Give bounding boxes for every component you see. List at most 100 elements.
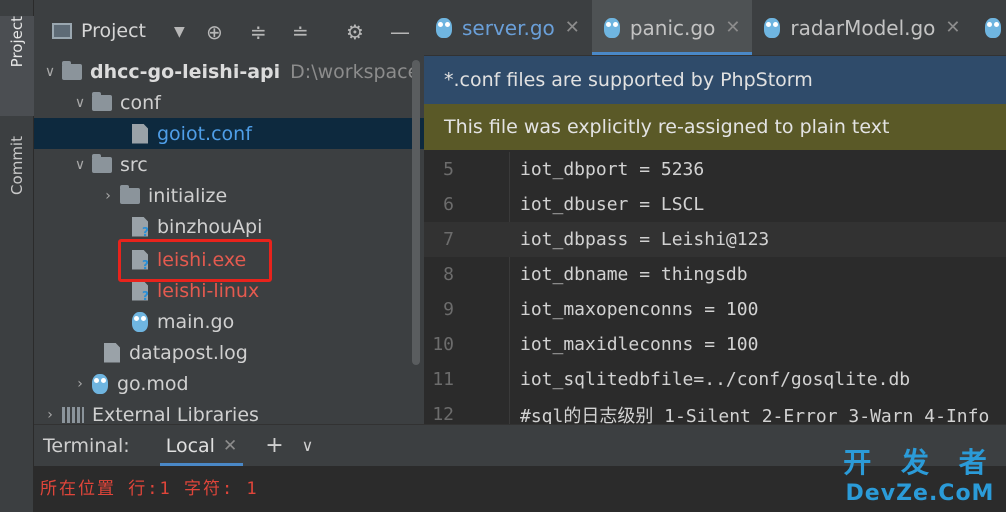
terminal-output: 所在位置 行:1 字符: 1 — [40, 479, 259, 499]
tab-radarmodel-go[interactable]: radarModel.go ✕ — [752, 0, 972, 55]
tree-item-project-root[interactable]: ∨ dhcc-go-leishi-api D:\workspace — [34, 56, 424, 87]
chevron-down-icon[interactable]: ∨ — [68, 157, 92, 173]
tree-item-main-go[interactable]: main.go — [34, 306, 424, 337]
code-text[interactable]: iot_sqlitedbfile=../conf/gosqlite.db — [520, 369, 910, 390]
add-icon[interactable]: + — [265, 433, 283, 458]
close-icon[interactable]: ✕ — [945, 17, 960, 38]
line-number: 7 — [443, 229, 454, 250]
chevron-right-icon[interactable]: › — [68, 376, 92, 392]
folder-icon — [62, 60, 82, 80]
terminal-body[interactable]: 所在位置 行:1 字符: 1 开 发 者 DevZe.CoM — [34, 446, 1006, 512]
code-text[interactable]: #sql的日志级别 1-Silent 2-Error 3-Warn 4-Info — [520, 402, 989, 425]
code-line: 8 iot_dbname = thingsdb — [424, 257, 1006, 292]
crosshair-icon[interactable]: ⊕ — [206, 18, 223, 46]
project-panel: Project ▼ ⊕ ≑ ≐ ⚙ — ∨ dhcc-go-leishi-api… — [34, 0, 424, 424]
chevron-down-icon[interactable]: ∨ — [38, 64, 62, 80]
minimize-icon[interactable]: — — [390, 18, 410, 46]
code-line: 12 #sql的日志级别 1-Silent 2-Error 3-Warn 4-I… — [424, 397, 1006, 424]
go-file-icon — [436, 17, 452, 38]
tree-item-binzhouapi[interactable]: ? binzhouApi — [34, 211, 424, 242]
watermark-logo: 开 发 者 DevZe.CoM — [840, 441, 1000, 506]
tree-item-label: binzhouApi — [157, 215, 263, 238]
tab-panic-go[interactable]: panic.go ✕ — [591, 0, 753, 55]
line-number: 10 — [432, 334, 454, 355]
tool-window-stripe: Project Commit — [0, 0, 34, 512]
project-panel-header: Project ▼ ⊕ ≑ ≐ ⚙ — — [34, 0, 424, 56]
watermark-bottom: DevZe.CoM — [845, 481, 995, 506]
commit-tool-button[interactable]: Commit — [0, 136, 34, 236]
project-root-name: dhcc-go-leishi-api — [90, 60, 281, 83]
terminal-tab-label: Local — [165, 434, 215, 457]
go-file-icon — [764, 17, 781, 38]
folder-icon — [92, 91, 112, 111]
line-number: 12 — [432, 404, 454, 424]
chevron-down-icon[interactable]: ∨ — [302, 436, 314, 455]
annotation-highlight-box — [118, 239, 272, 282]
panel-title: Project — [81, 20, 147, 42]
tree-item-goiot-conf[interactable]: goiot.conf — [34, 118, 424, 149]
file-type-banner: This file was explicitly re-assigned to … — [424, 104, 1006, 150]
tree-scrollbar[interactable] — [412, 60, 420, 365]
chevron-down-icon[interactable]: ∨ — [68, 95, 92, 111]
code-editor[interactable]: 5 iot_dbport = 5236 6 iot_dbuser = LSCL … — [424, 152, 1006, 424]
tree-item-datapost-log[interactable]: datapost.log — [34, 337, 424, 368]
tree-item-label: go.mod — [117, 372, 189, 395]
tree-item-label: datapost.log — [129, 341, 248, 364]
collapse-all-icon[interactable]: ≐ — [292, 18, 309, 46]
expand-all-icon[interactable]: ≑ — [250, 18, 267, 46]
code-text[interactable]: iot_dbpass = Leishi@123 — [520, 229, 769, 250]
go-file-icon — [984, 17, 1001, 38]
code-text[interactable]: iot_dbname = thingsdb — [520, 264, 748, 285]
close-icon[interactable]: ✕ — [223, 436, 237, 456]
tree-item-label: initialize — [148, 184, 228, 207]
project-tool-label: Project — [8, 16, 26, 68]
tree-item-external-libraries[interactable]: › External Libraries — [34, 399, 424, 425]
tree-item-label: src — [120, 153, 148, 176]
tab-terminal-local[interactable]: Local ✕ — [156, 425, 248, 467]
chevron-right-icon[interactable]: › — [96, 188, 120, 204]
tab-server-go[interactable]: server.go ✕ — [424, 0, 592, 55]
tree-item-src[interactable]: ∨ src — [34, 149, 424, 180]
tab-label: server.go — [462, 15, 555, 40]
chevron-right-icon[interactable]: › — [38, 407, 62, 423]
unknown-file-icon: ? — [132, 216, 148, 237]
commit-tool-label: Commit — [8, 136, 26, 195]
code-line: 6 iot_dbuser = LSCL — [424, 187, 1006, 222]
project-view-icon — [52, 23, 72, 39]
code-line: 5 iot_dbport = 5236 — [424, 152, 1006, 187]
unknown-file-icon: ? — [132, 280, 148, 301]
tree-item-label: main.go — [157, 310, 235, 333]
terminal-label: Terminal: — [43, 434, 130, 457]
tree-item-label: goiot.conf — [157, 122, 252, 145]
tree-item-initialize[interactable]: › initialize — [34, 180, 424, 211]
text-file-icon — [104, 342, 120, 363]
code-text[interactable]: iot_maxidleconns = 100 — [520, 334, 758, 355]
line-number: 9 — [443, 299, 454, 320]
tree-item-conf[interactable]: ∨ conf — [34, 87, 424, 118]
project-tool-button[interactable]: Project — [0, 16, 34, 116]
line-number: 8 — [443, 264, 454, 285]
code-text[interactable]: iot_maxopenconns = 100 — [520, 299, 758, 320]
code-line: 11 iot_sqlitedbfile=../conf/gosqlite.db — [424, 362, 1006, 397]
project-root-path: D:\workspace — [290, 60, 420, 83]
editor-area: server.go ✕ panic.go ✕ radarModel.go ✕ f… — [424, 0, 1006, 424]
folder-icon — [120, 184, 140, 204]
tree-item-label: External Libraries — [92, 403, 259, 425]
chevron-down-icon[interactable]: ▼ — [174, 18, 185, 46]
close-icon[interactable]: ✕ — [565, 17, 580, 38]
tree-item-go-mod[interactable]: › go.mod — [34, 368, 424, 399]
watermark-top: 开 发 者 — [843, 446, 997, 479]
project-view-selector[interactable]: Project — [52, 20, 146, 42]
folder-icon — [92, 153, 112, 173]
text-file-icon — [132, 123, 148, 144]
close-icon[interactable]: ✕ — [725, 17, 740, 38]
go-file-icon — [132, 311, 148, 332]
gear-icon[interactable]: ⚙ — [346, 18, 364, 46]
tab-truncated[interactable]: fl — [973, 0, 1006, 55]
line-number: 6 — [443, 194, 454, 215]
tree-item-label: leishi-linux — [157, 279, 260, 302]
code-line: 9 iot_maxopenconns = 100 — [424, 292, 1006, 327]
code-text[interactable]: iot_dbuser = LSCL — [520, 194, 704, 215]
banner-text: This file was explicitly re-assigned to … — [444, 116, 890, 138]
code-text[interactable]: iot_dbport = 5236 — [520, 159, 704, 180]
